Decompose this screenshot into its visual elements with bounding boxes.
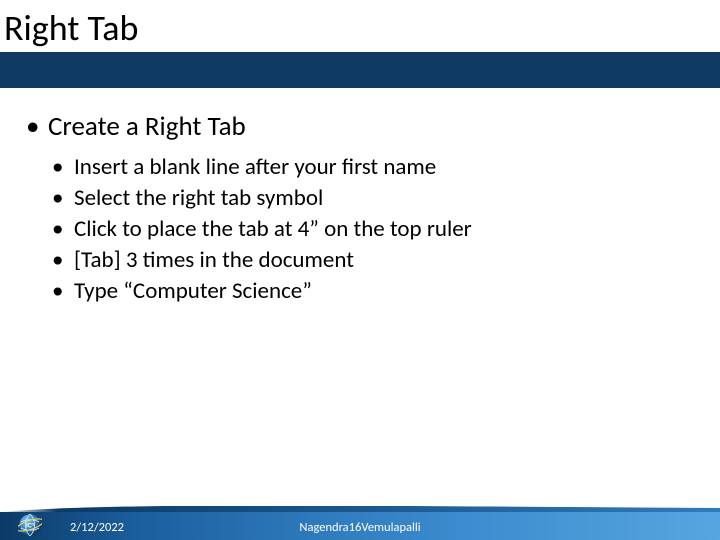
list-item: Click to place the tab at 4” on the top … bbox=[48, 214, 696, 245]
slide-title: Right Tab bbox=[4, 6, 720, 50]
list-item: Insert a blank line after your first nam… bbox=[48, 152, 696, 183]
list-item: Create a Right Tab Insert a blank line a… bbox=[22, 110, 696, 307]
list-item: [Tab] 3 times in the document bbox=[48, 245, 696, 276]
slide: Right Tab Create a Right Tab Insert a bl… bbox=[0, 0, 720, 540]
bullet-level-2: Insert a blank line after your first nam… bbox=[48, 152, 696, 307]
footer-author-name-a: Nagendra bbox=[299, 520, 348, 535]
footer: IC³ 2/12/2022 Nagendra16Vemulapalli bbox=[0, 508, 720, 540]
title-area: Right Tab bbox=[0, 0, 720, 50]
list-text: Select the right tab symbol bbox=[74, 184, 323, 212]
content: Create a Right Tab Insert a blank line a… bbox=[0, 88, 720, 307]
list-item: Select the right tab symbol bbox=[48, 183, 696, 214]
globe-icon: IC³ bbox=[18, 513, 42, 537]
list-text: [Tab] 3 times in the document bbox=[74, 246, 354, 274]
footer-date: 2/12/2022 bbox=[70, 520, 124, 535]
footer-author: Nagendra16Vemulapalli bbox=[299, 520, 420, 535]
footer-author-name-b: Vemulapalli bbox=[361, 520, 420, 535]
bullet-level-1: Create a Right Tab Insert a blank line a… bbox=[22, 110, 696, 307]
list-text: Type “Computer Science” bbox=[74, 277, 312, 305]
list-text: Insert a blank line after your first nam… bbox=[74, 153, 436, 181]
list-item: Type “Computer Science” bbox=[48, 276, 696, 307]
list-heading: Create a Right Tab bbox=[48, 110, 246, 143]
list-text: Click to place the tab at 4” on the top … bbox=[74, 215, 472, 243]
title-band bbox=[0, 52, 720, 88]
footer-page-number: 16 bbox=[349, 520, 362, 535]
